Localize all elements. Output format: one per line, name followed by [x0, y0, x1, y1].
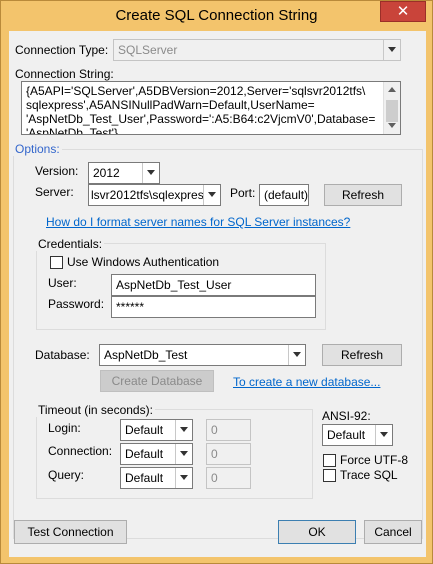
query-timeout-input[interactable]: 0	[206, 467, 251, 489]
connection-timeout-label: Connection:	[48, 444, 113, 458]
server-label: Server:	[35, 185, 74, 199]
chevron-down-icon	[142, 163, 159, 183]
connection-string-textarea[interactable]: {A5API='SQLServer',A5DBVersion=2012,Serv…	[21, 81, 401, 135]
connection-string-line: sqlexpress',A5ANSINullPadWarn=Default,Us…	[26, 98, 315, 112]
password-label: Password:	[48, 297, 105, 311]
connection-string-line: 'AspNetDb_Test'}	[26, 126, 118, 135]
database-refresh-button[interactable]: Refresh	[322, 344, 402, 366]
server-select[interactable]: lsvr2012tfs\sqlexpress	[88, 184, 221, 206]
connection-timeout-input[interactable]: 0	[206, 443, 251, 465]
cancel-button[interactable]: Cancel	[364, 520, 422, 544]
connection-type-value: SQLServer	[118, 43, 178, 57]
server-refresh-button[interactable]: Refresh	[324, 184, 402, 206]
server-value: lsvr2012tfs\sqlexpress	[91, 188, 210, 202]
title-bar[interactable]: Create SQL Connection String ✕	[1, 1, 432, 31]
dialog-title: Create SQL Connection String	[115, 7, 318, 24]
chevron-down-icon	[175, 444, 192, 464]
server-format-help-link[interactable]: How do I format server names for SQL Ser…	[46, 215, 350, 229]
scroll-up-icon[interactable]	[384, 82, 400, 99]
test-connection-button[interactable]: Test Connection	[14, 520, 127, 544]
ansi-select[interactable]: Default	[322, 424, 393, 446]
connection-type-select[interactable]: SQLServer	[113, 39, 401, 61]
connection-timeout-mode: Default	[125, 447, 164, 461]
chevron-down-icon	[288, 345, 305, 365]
create-database-button[interactable]: Create Database	[100, 370, 214, 392]
dialog-window: Create SQL Connection String ✕ Connectio…	[0, 0, 433, 564]
chevron-down-icon	[175, 420, 192, 440]
connection-string-label: Connection String:	[15, 67, 114, 81]
login-timeout-input[interactable]: 0	[206, 419, 251, 441]
user-input[interactable]: AspNetDb_Test_User	[111, 274, 316, 296]
user-label: User:	[48, 276, 77, 290]
connection-string-line: {A5API='SQLServer',A5DBVersion=2012,Serv…	[26, 84, 366, 98]
trace-sql-checkbox[interactable]	[323, 469, 336, 482]
windows-auth-label: Use Windows Authentication	[67, 255, 220, 269]
port-label: Port:	[230, 186, 256, 200]
query-timeout-label: Query:	[48, 468, 85, 482]
scroll-down-icon[interactable]	[384, 117, 400, 134]
force-utf8-label: Force UTF-8	[340, 453, 409, 467]
chevron-down-icon	[383, 40, 400, 60]
dialog-body: Connection Type: SQLServer Connection St…	[9, 31, 426, 557]
login-timeout-label: Login:	[48, 421, 81, 435]
connection-timeout-select[interactable]: Default	[120, 443, 193, 465]
timeout-title: Timeout (in seconds):	[36, 403, 155, 417]
chevron-down-icon	[375, 425, 392, 445]
force-utf8-checkbox[interactable]	[323, 454, 336, 467]
connection-string-line: 'AspNetDb_Test_User',Password=':A5:B64:c…	[26, 112, 376, 126]
close-button[interactable]: ✕	[380, 1, 426, 22]
version-select[interactable]: 2012	[88, 162, 160, 184]
database-value: AspNetDb_Test	[104, 348, 188, 362]
chevron-down-icon	[203, 185, 220, 205]
options-title: Options:	[13, 142, 62, 156]
create-database-link[interactable]: To create a new database...	[233, 375, 380, 389]
chevron-down-icon	[175, 468, 192, 488]
port-input[interactable]: (default)	[259, 184, 309, 206]
version-label: Version:	[35, 164, 79, 178]
ansi-label: ANSI-92:	[322, 409, 371, 423]
trace-sql-label: Trace SQL	[340, 468, 398, 482]
password-input[interactable]: ******	[111, 296, 316, 318]
login-timeout-select[interactable]: Default	[120, 419, 193, 441]
query-timeout-select[interactable]: Default	[120, 467, 193, 489]
database-label: Database:	[35, 348, 90, 362]
query-timeout-mode: Default	[125, 471, 164, 485]
credentials-title: Credentials:	[36, 237, 105, 251]
database-select[interactable]: AspNetDb_Test	[99, 344, 306, 366]
login-timeout-mode: Default	[125, 423, 164, 437]
version-value: 2012	[93, 166, 120, 180]
ansi-value: Default	[327, 428, 366, 442]
ok-button[interactable]: OK	[278, 520, 356, 544]
connection-type-label: Connection Type:	[15, 43, 109, 57]
windows-auth-checkbox[interactable]	[50, 256, 63, 269]
vertical-scrollbar[interactable]	[383, 82, 400, 134]
